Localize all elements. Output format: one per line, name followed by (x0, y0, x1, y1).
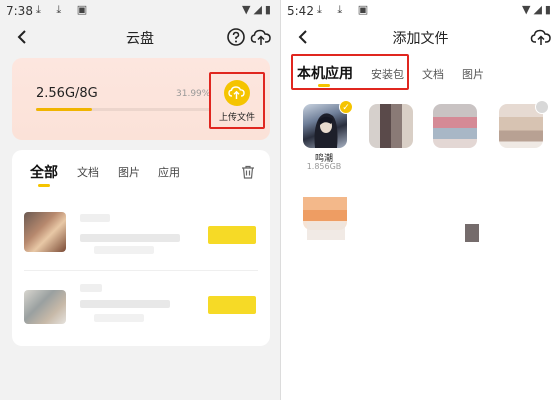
help-icon[interactable] (226, 27, 246, 47)
tab-documents[interactable]: 文档 (77, 164, 99, 180)
tab-images[interactable]: 图片 (462, 66, 484, 82)
blurred-text (80, 234, 180, 242)
status-bar: 7:38 ⤓ ⤓ ▣ ▼◢▮ (0, 0, 280, 22)
checkmark-icon[interactable]: ✓ (339, 100, 353, 114)
blurred-action-button[interactable] (208, 296, 256, 314)
app-item[interactable] (497, 100, 549, 164)
storage-progress-bar (36, 108, 210, 111)
checkmark-icon[interactable] (535, 100, 549, 114)
app-size: 1.856GB (306, 162, 342, 171)
upload-file-label: 上传文件 (218, 113, 255, 123)
blurred-text (80, 214, 110, 222)
divider (24, 270, 258, 271)
app-item[interactable] (431, 104, 483, 164)
app-item[interactable] (301, 186, 353, 246)
trash-icon[interactable] (240, 164, 256, 180)
system-icons: ▼◢▮ (242, 3, 274, 16)
nav-bar: 云盘 (0, 24, 280, 50)
add-file-screen: 5:42 ⤓ ⤓ ▣ ▼◢▮ 添加文件 本机应用 安装包 文档 图片 ✓ 鸣潮 … (280, 0, 560, 400)
tab-install-packages[interactable]: 安装包 (371, 66, 404, 82)
tab-local-apps[interactable]: 本机应用 (297, 63, 353, 83)
cloud-upload-icon[interactable] (250, 27, 272, 47)
system-icons: ▼◢▮ (522, 3, 554, 16)
upload-icon (224, 80, 250, 106)
notification-icons: ⤓ ⤓ ▣ (36, 3, 94, 16)
cloud-upload-icon[interactable] (530, 27, 552, 47)
notification-icons: ⤓ ⤓ ▣ (317, 3, 375, 16)
blurred-text (94, 246, 154, 254)
tab-apps[interactable]: 应用 (158, 164, 180, 180)
file-list-card: 全部 文档 图片 应用 (12, 150, 270, 346)
blurred-action-button[interactable] (208, 226, 256, 244)
file-thumbnail (24, 290, 66, 324)
tab-active-indicator (318, 84, 330, 87)
nav-bar: 添加文件 (281, 24, 560, 50)
status-time: 7:38 (6, 4, 33, 18)
blurred-text (80, 284, 102, 292)
storage-progress-fill (36, 108, 92, 111)
storage-used: 2.56G/8G (36, 86, 98, 101)
list-item[interactable] (24, 282, 258, 332)
app-item[interactable] (367, 104, 479, 242)
tab-all[interactable]: 全部 (30, 162, 58, 182)
app-icon-blurred (433, 104, 477, 148)
blurred-text (94, 314, 144, 322)
app-icon-blurred (369, 104, 413, 148)
app-item[interactable]: ✓ 鸣潮 1.856GB (301, 100, 353, 171)
upload-file-button[interactable]: 上传文件 (209, 72, 265, 129)
list-item[interactable] (24, 212, 258, 262)
tab-documents[interactable]: 文档 (422, 66, 444, 82)
tab-images[interactable]: 图片 (118, 164, 140, 180)
status-bar: 5:42 ⤓ ⤓ ▣ ▼◢▮ (281, 0, 560, 22)
cloud-drive-screen: 7:38 ⤓ ⤓ ▣ ▼◢▮ 云盘 2.56G/8G 31.99% 上传文件 全… (0, 0, 280, 400)
tab-active-indicator (38, 184, 50, 187)
storage-percent: 31.99% (176, 89, 211, 99)
blurred-text (80, 300, 170, 308)
file-thumbnail (24, 212, 66, 252)
status-time: 5:42 (287, 4, 314, 18)
page-title: 添加文件 (392, 31, 449, 47)
